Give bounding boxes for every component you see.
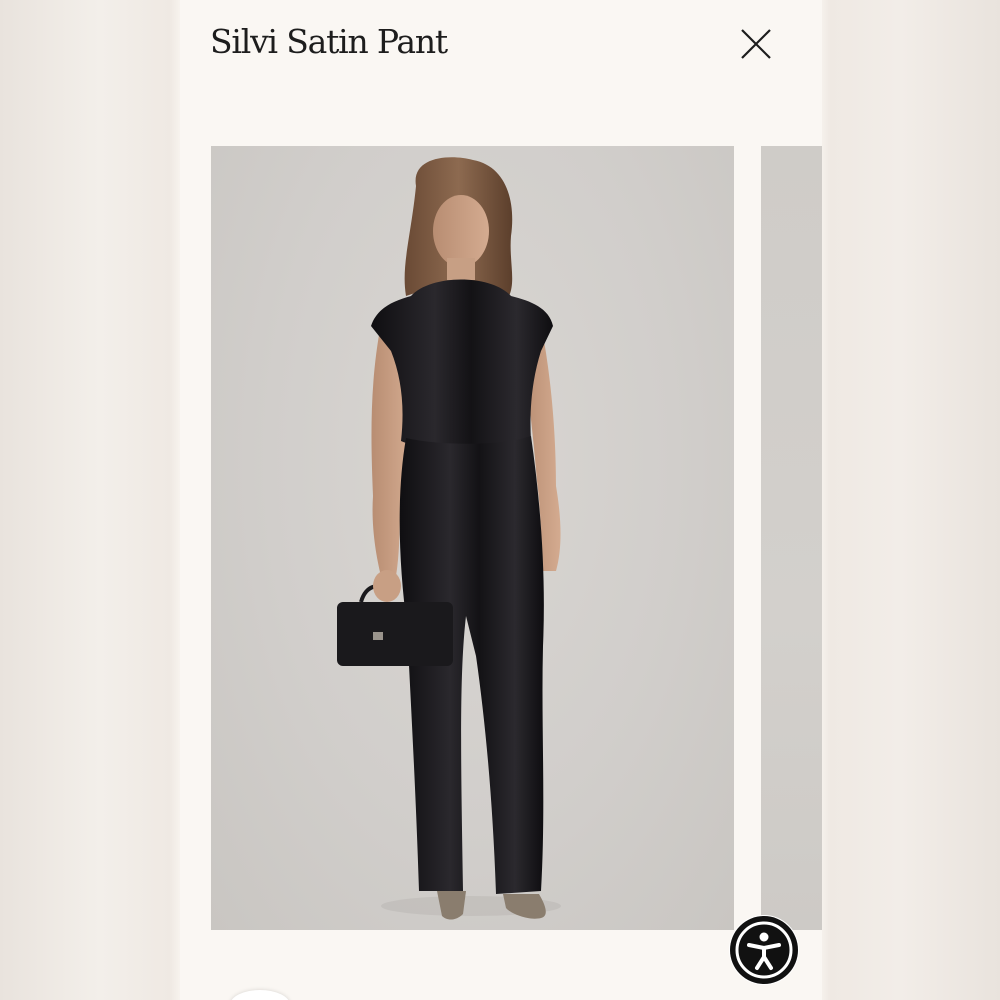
gallery-image-main[interactable] xyxy=(211,146,734,930)
close-button[interactable] xyxy=(736,24,776,64)
gallery-image-next[interactable] xyxy=(761,146,822,930)
product-title: Silvi Satin Pant xyxy=(210,22,448,61)
model-photo xyxy=(337,157,561,920)
close-icon xyxy=(741,29,771,59)
scroll-indicator[interactable] xyxy=(230,990,290,1000)
product-image-modal: Silvi Satin Pant xyxy=(180,0,822,1000)
accessibility-icon xyxy=(730,916,798,984)
accessibility-button[interactable] xyxy=(729,915,799,985)
